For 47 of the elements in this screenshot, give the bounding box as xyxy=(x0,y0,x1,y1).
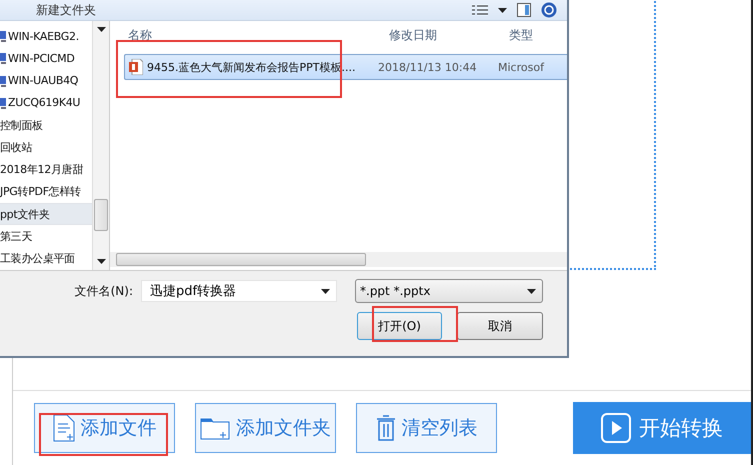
toolbar-button[interactable]: 清空列表 xyxy=(356,403,497,453)
computer-icon xyxy=(0,30,6,42)
computer-icon xyxy=(0,74,6,87)
start-button[interactable]: 开始转换 xyxy=(573,402,751,454)
file-date: 2018/11/13 10:44 xyxy=(377,60,478,74)
sidebar-item[interactable]: WIN-UAUB4Q xyxy=(0,70,92,92)
add-file-icon xyxy=(52,414,74,442)
scrollbar-thumb[interactable] xyxy=(94,198,108,230)
column-header[interactable]: 修改日期 xyxy=(389,27,437,44)
open-button[interactable]: 打开(O) xyxy=(357,312,442,340)
file-type-dropdown[interactable]: *.ppt *.pptx xyxy=(355,279,543,303)
sidebar-item[interactable]: ppt文件夹 xyxy=(0,203,92,226)
sidebar-item[interactable]: ZUCQ619K4U xyxy=(0,92,92,114)
trash-icon xyxy=(376,415,396,441)
sidebar-item[interactable]: 回收站 xyxy=(0,136,92,159)
sidebar-item[interactable]: 第三天 xyxy=(0,225,92,248)
play-icon xyxy=(601,413,631,443)
sidebar-item[interactable]: WIN-PCICMD xyxy=(0,47,92,70)
horizontal-scrollbar[interactable] xyxy=(110,252,567,267)
view-options-icon[interactable] xyxy=(472,5,488,15)
sidebar-item[interactable]: 工装办公桌平面 xyxy=(0,248,92,270)
toolbar-button[interactable]: 添加文件 xyxy=(34,403,175,453)
caret-icon xyxy=(498,8,507,12)
new-folder-button[interactable]: 新建文件夹 xyxy=(36,2,96,18)
caret-icon xyxy=(527,288,536,294)
sidebar-item[interactable]: 2018年12月唐甜 xyxy=(0,158,92,181)
column-header[interactable]: 类型 xyxy=(509,27,533,44)
file-row[interactable]: 9455.蓝色大气新闻发布会报告PPT模板.... 2018/11/13 10:44 Microsof xyxy=(124,54,567,80)
filename-label: 文件名(N): xyxy=(74,282,133,300)
preview-pane-icon[interactable] xyxy=(517,3,531,17)
caret-icon xyxy=(321,288,330,294)
caret-icon xyxy=(96,27,106,32)
sidebar-item[interactable]: WIN-KAEBG2. xyxy=(0,25,92,48)
sidebar-item[interactable]: 控制面板 xyxy=(0,114,92,136)
file-name: 9455.蓝色大气新闻发布会报告PPT模板.... xyxy=(147,60,356,74)
caret-icon xyxy=(96,259,106,264)
help-icon[interactable] xyxy=(541,2,557,18)
column-header[interactable]: 名称 xyxy=(128,27,152,44)
add-folder-icon xyxy=(200,416,230,440)
toolbar-button[interactable]: 添加文件夹 xyxy=(195,403,336,453)
computer-icon xyxy=(0,96,6,109)
file-type: Microsof xyxy=(497,60,546,74)
computer-icon xyxy=(0,52,6,64)
filename-input[interactable]: 迅捷pdf转换器 xyxy=(141,280,337,302)
scrollbar[interactable] xyxy=(92,21,110,270)
presentation-file-icon xyxy=(129,59,143,75)
cancel-button[interactable]: 取消 xyxy=(457,312,543,340)
